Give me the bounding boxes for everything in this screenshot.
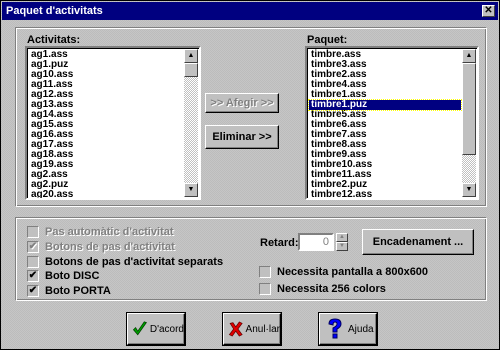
scroll-down-button[interactable]: ▼: [184, 183, 198, 197]
arrow-up-icon: ▲: [465, 52, 473, 59]
checkbox-label: Botons de pas d'activitat: [45, 241, 175, 253]
checkbox-label: Necessita 256 colors: [277, 283, 386, 295]
scroll-down-button[interactable]: ▼: [462, 183, 476, 197]
arrow-down-icon: ▼: [339, 243, 345, 249]
paquet-items: timbre.ass timbre3.ass timbre2.ass timbre4.…: [308, 50, 462, 199]
activitats-scrollbar[interactable]: ▲ ▼: [184, 49, 198, 197]
retard-down-button[interactable]: ▼: [336, 242, 348, 251]
close-icon: ✕: [484, 5, 493, 16]
retard-up-button[interactable]: ▲: [336, 233, 348, 242]
boto-porta-checkbox[interactable]: ✔ Boto PORTA: [27, 284, 111, 298]
check-mark-icon: ✔: [27, 241, 39, 253]
check-icon: [132, 321, 147, 336]
arrow-down-icon: ▼: [465, 186, 473, 193]
close-button[interactable]: ✕: [482, 5, 495, 17]
checkbox-box: [27, 256, 39, 268]
ok-button[interactable]: D'acord: [127, 313, 185, 345]
arrow-up-icon: ▲: [339, 234, 345, 240]
help-label: Ajuda: [348, 323, 374, 335]
x-icon: [228, 321, 243, 337]
paquet-label: Paquet:: [307, 34, 348, 46]
retard-label: Retard:: [260, 237, 299, 249]
window-title: Paquet d'activitats: [6, 5, 103, 17]
botons-separats-checkbox[interactable]: Botons de pas d'activitat separats: [27, 255, 223, 269]
eliminar-button[interactable]: Eliminar >>: [205, 125, 279, 149]
encadenament-button[interactable]: Encadenament ...: [362, 229, 474, 255]
cancel-button[interactable]: Anul·lar: [223, 313, 281, 345]
checkbox-label: Necessita pantalla a 800x600: [277, 266, 429, 278]
arrow-up-icon: ▲: [187, 52, 195, 59]
retard-input[interactable]: 0: [298, 233, 334, 251]
paquet-scrollbar[interactable]: ▲ ▼: [462, 49, 476, 197]
pantalla-checkbox[interactable]: Necessita pantalla a 800x600: [259, 265, 428, 279]
question-icon: [328, 318, 342, 339]
cancel-label: Anul·lar: [245, 323, 280, 335]
paquet-list[interactable]: timbre.ass timbre3.ass timbre2.ass timbre4.…: [305, 46, 479, 200]
checkbox-box: [259, 283, 271, 295]
list-item[interactable]: timbre12.ass: [309, 190, 461, 199]
dialog-window: Paquet d'activitats ✕ Activitats: ag1.as…: [0, 0, 500, 350]
ok-label: D'acord: [149, 323, 184, 335]
arrow-down-icon: ▼: [187, 186, 195, 193]
check-mark-icon: ✔: [27, 270, 39, 282]
checkbox-label: Boto PORTA: [45, 285, 111, 297]
help-button[interactable]: Ajuda: [319, 313, 377, 345]
title-bar: Paquet d'activitats ✕: [2, 2, 498, 20]
scroll-up-button[interactable]: ▲: [184, 49, 198, 63]
scroll-thumb[interactable]: [462, 63, 476, 155]
checkbox-box: [259, 266, 271, 278]
checkbox-label: Boto DISC: [45, 270, 100, 282]
colors-checkbox[interactable]: Necessita 256 colors: [259, 282, 386, 296]
checkbox-label: Pas automàtic d'activitat: [45, 226, 174, 238]
scroll-thumb[interactable]: [184, 63, 198, 77]
pas-automatic-checkbox[interactable]: Pas automàtic d'activitat: [27, 225, 174, 239]
scroll-up-button[interactable]: ▲: [462, 49, 476, 63]
list-item[interactable]: ag20.ass: [29, 190, 183, 199]
check-mark-icon: ✔: [27, 285, 39, 297]
checkbox-label: Botons de pas d'activitat separats: [45, 256, 224, 268]
activitats-list[interactable]: ag1.ass ag1.puz ag10.ass ag11.ass ag12.ass ag…: [25, 46, 201, 200]
activitats-label: Activitats:: [27, 34, 81, 46]
activitats-items: ag1.ass ag1.puz ag10.ass ag11.ass ag12.ass ag…: [29, 50, 183, 199]
afegir-button[interactable]: >> Afegir >>: [205, 93, 279, 113]
botons-pas-checkbox[interactable]: ✔ Botons de pas d'activitat: [27, 240, 175, 254]
boto-disc-checkbox[interactable]: ✔ Boto DISC: [27, 269, 99, 283]
checkbox-box: [27, 226, 39, 238]
